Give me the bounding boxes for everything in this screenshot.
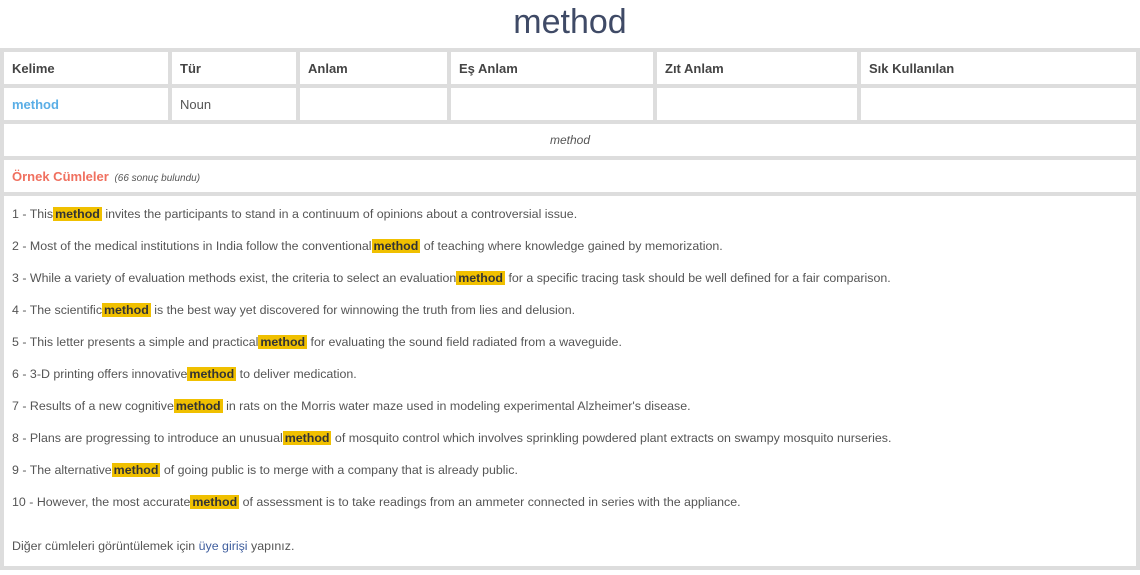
sentence-number: 5 [12,335,19,349]
sentence-text-after: invites the participants to stand in a c… [105,207,578,221]
sentence-text-before: Most of the medical institutions in Indi… [29,239,372,253]
sentence-text-before: Plans are progressing to introduce an un… [29,431,283,445]
sentence-item: 7 - Results of a new cognitive method in … [12,399,691,413]
sentence-item: 1 - This method invites the participants … [12,207,578,221]
examples-title: Örnek Cümleler [12,168,109,184]
sentence-number: 9 [12,463,19,477]
frequent-cell [861,88,1136,120]
antonym-cell [657,88,857,120]
sentence-number: 7 [12,399,19,413]
sentence-number: 3 [12,271,19,285]
sentence-item: 9 - The alternative method of going publi… [12,463,518,477]
sentence-item: 2 - Most of the medical institutions in … [12,239,723,253]
sentence-text-after: of teaching where knowledge gained by me… [423,239,723,253]
sentence-number: 10 [12,495,26,509]
sentence-item: 6 - 3-D printing offers innovative method… [12,367,357,381]
sentence-text-after: to deliver medication. [239,367,357,381]
highlighted-word: method [187,367,237,381]
highlighted-word: method [190,495,240,509]
highlighted-word: method [258,335,308,349]
word-table: Kelime Tür Anlam Eş Anlam Zıt Anlam Sık … [0,48,1140,570]
examples-header-row: Örnek Cümleler (66 sonuç bulundu) [4,160,1136,192]
highlighted-word: method [102,303,151,317]
sentence-number: 6 [12,367,19,381]
sentence-number: 4 [12,303,19,317]
header-kelime: Kelime [4,52,168,84]
sentences-cell: 1 - This method invites the participants … [4,196,1136,566]
sentence-text-after: of going public is to merge with a compa… [163,463,518,477]
meaning-row: method [4,124,1136,156]
meaning-text: method [4,124,1136,156]
sentence-item: 5 - This letter presents a simple and pr… [12,335,622,349]
synonym-cell [451,88,653,120]
word-cell[interactable]: method [4,88,168,120]
table-header-row: Kelime Tür Anlam Eş Anlam Zıt Anlam Sık … [4,52,1136,84]
login-suffix: yapınız. [251,539,295,553]
sentence-number: 8 [12,431,19,445]
header-sik-kullanilan: Sık Kullanılan [861,52,1136,84]
sentence-text-before: This letter presents a simple and practi… [29,335,259,349]
sentence-text-before: Results of a new cognitive [29,399,174,413]
sentence-number: 2 [12,239,19,253]
type-cell: Noun [172,88,296,120]
header-zit-anlam: Zıt Anlam [657,52,857,84]
header-anlam: Anlam [300,52,447,84]
sentence-text-after: for a specific tracing task should be we… [508,271,891,285]
login-link[interactable]: üye girişi [199,539,248,553]
sentence-text-before: 3-D printing offers innovative [29,367,188,381]
sentence-text-after: is the best way yet discovered for winno… [154,303,576,317]
sentence-text-before: The scientific [29,303,103,317]
page-title: method [513,3,627,41]
highlighted-word: method [53,207,102,221]
sentence-text-after: for evaluating the sound field radiated … [310,335,622,349]
header-es-anlam: Eş Anlam [451,52,653,84]
highlighted-word: method [456,271,505,285]
sentence-item: 8 - Plans are progressing to introduce a… [12,431,892,445]
highlighted-word: method [111,463,161,477]
highlighted-word: method [173,399,223,413]
sentence-item: 3 - While a variety of evaluation method… [12,271,891,285]
sentence-text-before: However, the most accurate [36,495,191,509]
login-prefix: Diğer cümleleri görüntülemek için [12,539,196,553]
sentence-text-before: The alternative [29,463,112,477]
examples-header: Örnek Cümleler (66 sonuç bulundu) [4,160,1136,192]
header-tur: Tür [172,52,296,84]
sentence-text-after: of assessment is to take readings from a… [242,495,741,509]
login-prompt: Diğer cümleleri görüntülemek için üye gi… [12,536,1128,556]
highlighted-word: method [371,239,421,253]
sentence-list: 1 - This method invites the participants … [12,198,1128,518]
sentence-number: 1 [12,207,19,221]
examples-count: (66 sonuç bulundu) [114,172,201,184]
sentence-text-before: This [29,207,54,221]
sentence-text-after: in rats on the Morris water maze used in… [226,399,691,413]
sentences-row: 1 - This method invites the participants … [4,196,1136,566]
meaning-cell [300,88,447,120]
sentence-item: 4 - The scientific method is the best way… [12,303,576,317]
sentence-text-after: of mosquito control which involves sprin… [334,431,892,445]
table-row: method Noun [4,88,1136,120]
sentence-text-before: While a variety of evaluation methods ex… [29,271,457,285]
highlighted-word: method [282,431,332,445]
sentence-item: 10 - However, the most accurate method of… [12,495,741,509]
